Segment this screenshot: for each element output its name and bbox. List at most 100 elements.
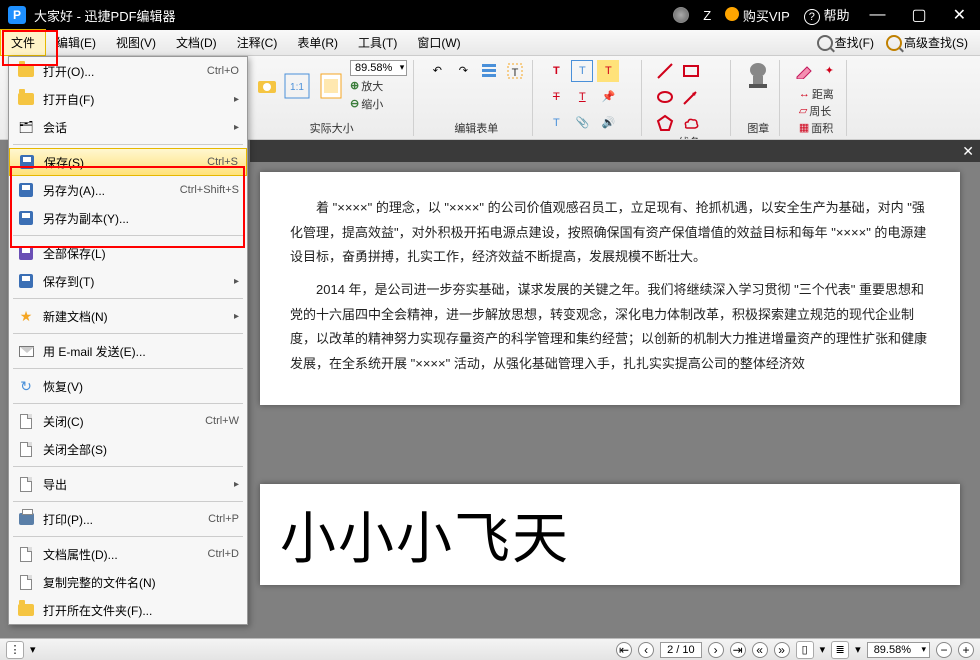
distance-icon[interactable]: ↔ <box>799 88 810 100</box>
chevron-down-icon[interactable]: ▾ <box>30 643 36 656</box>
menu-view[interactable]: 视图(V) <box>106 30 166 55</box>
eraser-icon[interactable] <box>792 60 814 82</box>
text-select-icon[interactable]: T <box>504 60 526 82</box>
zoom-in-icon[interactable]: ⊕ <box>350 79 359 92</box>
menu-restore[interactable]: ↻恢复(V) <box>9 372 247 400</box>
options-button[interactable]: ⋮ <box>6 641 24 659</box>
close-button[interactable]: ✕ <box>947 5 972 25</box>
nav-back-button[interactable]: « <box>752 642 768 658</box>
view-single-button[interactable]: ▯ <box>796 641 814 659</box>
menu-file[interactable]: 文件 <box>0 29 46 56</box>
find-button[interactable]: 查找(F) <box>813 32 878 53</box>
menu-email[interactable]: 用 E-mail 发送(E)... <box>9 337 247 365</box>
pdf-page[interactable]: 着 "××××" 的理念，以 "××××" 的公司价值观感召员工，立足现有、抢抓… <box>260 172 960 405</box>
list-icon[interactable] <box>478 60 500 82</box>
save-to-icon <box>19 274 33 288</box>
menu-edit[interactable]: 编辑(E) <box>46 30 106 55</box>
zoom-field[interactable]: 89.58% <box>867 642 930 658</box>
zoom-out-button[interactable]: − <box>936 642 952 658</box>
arrow-icon[interactable] <box>680 86 702 108</box>
camera-icon[interactable] <box>256 75 278 97</box>
text-box-icon[interactable]: T <box>571 60 593 82</box>
note-icon[interactable]: T <box>545 112 567 134</box>
fit-page-icon[interactable] <box>316 71 346 101</box>
big-text-block[interactable]: 小小小飞天 <box>260 484 960 585</box>
menu-save-as-copy[interactable]: 另存为副本(Y)... <box>9 204 247 232</box>
one-to-one-icon[interactable]: 1:1 <box>282 71 312 101</box>
oval-icon[interactable] <box>654 86 676 108</box>
cloud-icon[interactable] <box>680 112 702 134</box>
binoculars-icon <box>886 35 902 51</box>
advanced-find-button[interactable]: 高级查找(S) <box>882 32 972 53</box>
highlight-icon[interactable]: T <box>597 60 619 82</box>
stamp-label: 图章 <box>747 120 769 136</box>
vip-link[interactable]: 购买VIP <box>725 6 790 25</box>
zoom-in-button[interactable]: + <box>958 642 974 658</box>
text-tool-icon[interactable]: T <box>545 60 567 82</box>
help-link[interactable]: ? 帮助 <box>804 5 850 25</box>
rect-icon[interactable] <box>680 60 702 82</box>
rotate-left-icon[interactable]: ↶ <box>426 60 448 82</box>
star-shape-icon[interactable]: ✦ <box>818 60 840 82</box>
zoom-combo[interactable]: 89.58% <box>350 60 407 76</box>
paragraph-1: 着 "××××" 的理念，以 "××××" 的公司价值观感召员工，立足现有、抢抓… <box>290 196 930 270</box>
view-dropdown2-icon[interactable]: ▾ <box>855 643 861 656</box>
menu-open-folder[interactable]: 打开所在文件夹(F)... <box>9 596 247 624</box>
menu-save-all[interactable]: 全部保存(L) <box>9 239 247 267</box>
minimize-button[interactable]: — <box>863 6 891 24</box>
menu-tools[interactable]: 工具(T) <box>348 30 407 55</box>
attachment-icon[interactable]: 📎 <box>571 112 593 134</box>
page-field[interactable]: 2 / 10 <box>660 642 702 658</box>
menu-save[interactable]: 保存(S)Ctrl+S <box>9 148 247 176</box>
zoom-out-icon[interactable]: ⊖ <box>350 97 359 110</box>
save-icon <box>20 155 34 169</box>
tab-close-icon[interactable]: ✕ <box>962 143 974 160</box>
menu-save-as[interactable]: 另存为(A)...Ctrl+Shift+S <box>9 176 247 204</box>
rotate-right-icon[interactable]: ↷ <box>452 60 474 82</box>
nav-forward-button[interactable]: » <box>774 642 790 658</box>
menu-properties[interactable]: 文档属性(D)...Ctrl+D <box>9 540 247 568</box>
menu-window[interactable]: 窗口(W) <box>407 30 470 55</box>
save-as-icon <box>19 183 33 197</box>
user-letter[interactable]: Z <box>703 8 711 23</box>
edit-form-label: 编辑表单 <box>454 120 498 136</box>
save-all-icon <box>19 246 33 260</box>
stamp-icon[interactable] <box>743 60 773 90</box>
perimeter-icon[interactable]: ▱ <box>799 104 807 117</box>
menu-document[interactable]: 文档(D) <box>166 30 227 55</box>
view-continuous-button[interactable]: ≣ <box>831 641 849 659</box>
menu-session[interactable]: 🗂会话▸ <box>9 113 247 141</box>
menu-close[interactable]: 关闭(C)Ctrl+W <box>9 407 247 435</box>
menu-open-from[interactable]: 打开自(F)▸ <box>9 85 247 113</box>
menu-new-document[interactable]: ★新建文档(N)▸ <box>9 302 247 330</box>
menu-print[interactable]: 打印(P)...Ctrl+P <box>9 505 247 533</box>
menu-save-to[interactable]: 保存到(T)▸ <box>9 267 247 295</box>
polygon-icon[interactable] <box>654 112 676 134</box>
sound-icon[interactable]: 🔊 <box>597 112 619 134</box>
star-icon: ★ <box>17 307 35 325</box>
pin-icon[interactable]: 📌 <box>597 86 619 108</box>
refresh-icon: ↻ <box>17 377 35 395</box>
menu-copy-filename[interactable]: 复制完整的文件名(N) <box>9 568 247 596</box>
menu-close-all[interactable]: 关闭全部(S) <box>9 435 247 463</box>
menu-comment[interactable]: 注释(C) <box>227 30 288 55</box>
last-page-button[interactable]: ⇥ <box>730 642 746 658</box>
copy-name-icon <box>20 575 32 590</box>
maximize-button[interactable]: ▢ <box>905 5 932 25</box>
underline-icon[interactable]: T <box>571 86 593 108</box>
menubar: 文件 编辑(E) 视图(V) 文档(D) 注释(C) 表单(R) 工具(T) 窗… <box>0 30 980 56</box>
next-page-button[interactable]: › <box>708 642 724 658</box>
first-page-button[interactable]: ⇤ <box>616 642 632 658</box>
area-icon[interactable]: ▦ <box>799 121 809 134</box>
globe-icon[interactable] <box>673 7 689 23</box>
line-icon[interactable] <box>654 60 676 82</box>
view-dropdown-icon[interactable]: ▾ <box>820 643 826 656</box>
prev-page-button[interactable]: ‹ <box>638 642 654 658</box>
strikeout-icon[interactable]: T <box>545 86 567 108</box>
paragraph-2: 2014 年，是公司进一步夯实基础，谋求发展的关键之年。我们将继续深入学习贯彻 … <box>290 278 930 377</box>
help-icon: ? <box>804 9 820 25</box>
export-icon <box>20 477 32 492</box>
menu-form[interactable]: 表单(R) <box>287 30 348 55</box>
menu-open[interactable]: 打开(O)...Ctrl+O <box>9 57 247 85</box>
menu-export[interactable]: 导出▸ <box>9 470 247 498</box>
